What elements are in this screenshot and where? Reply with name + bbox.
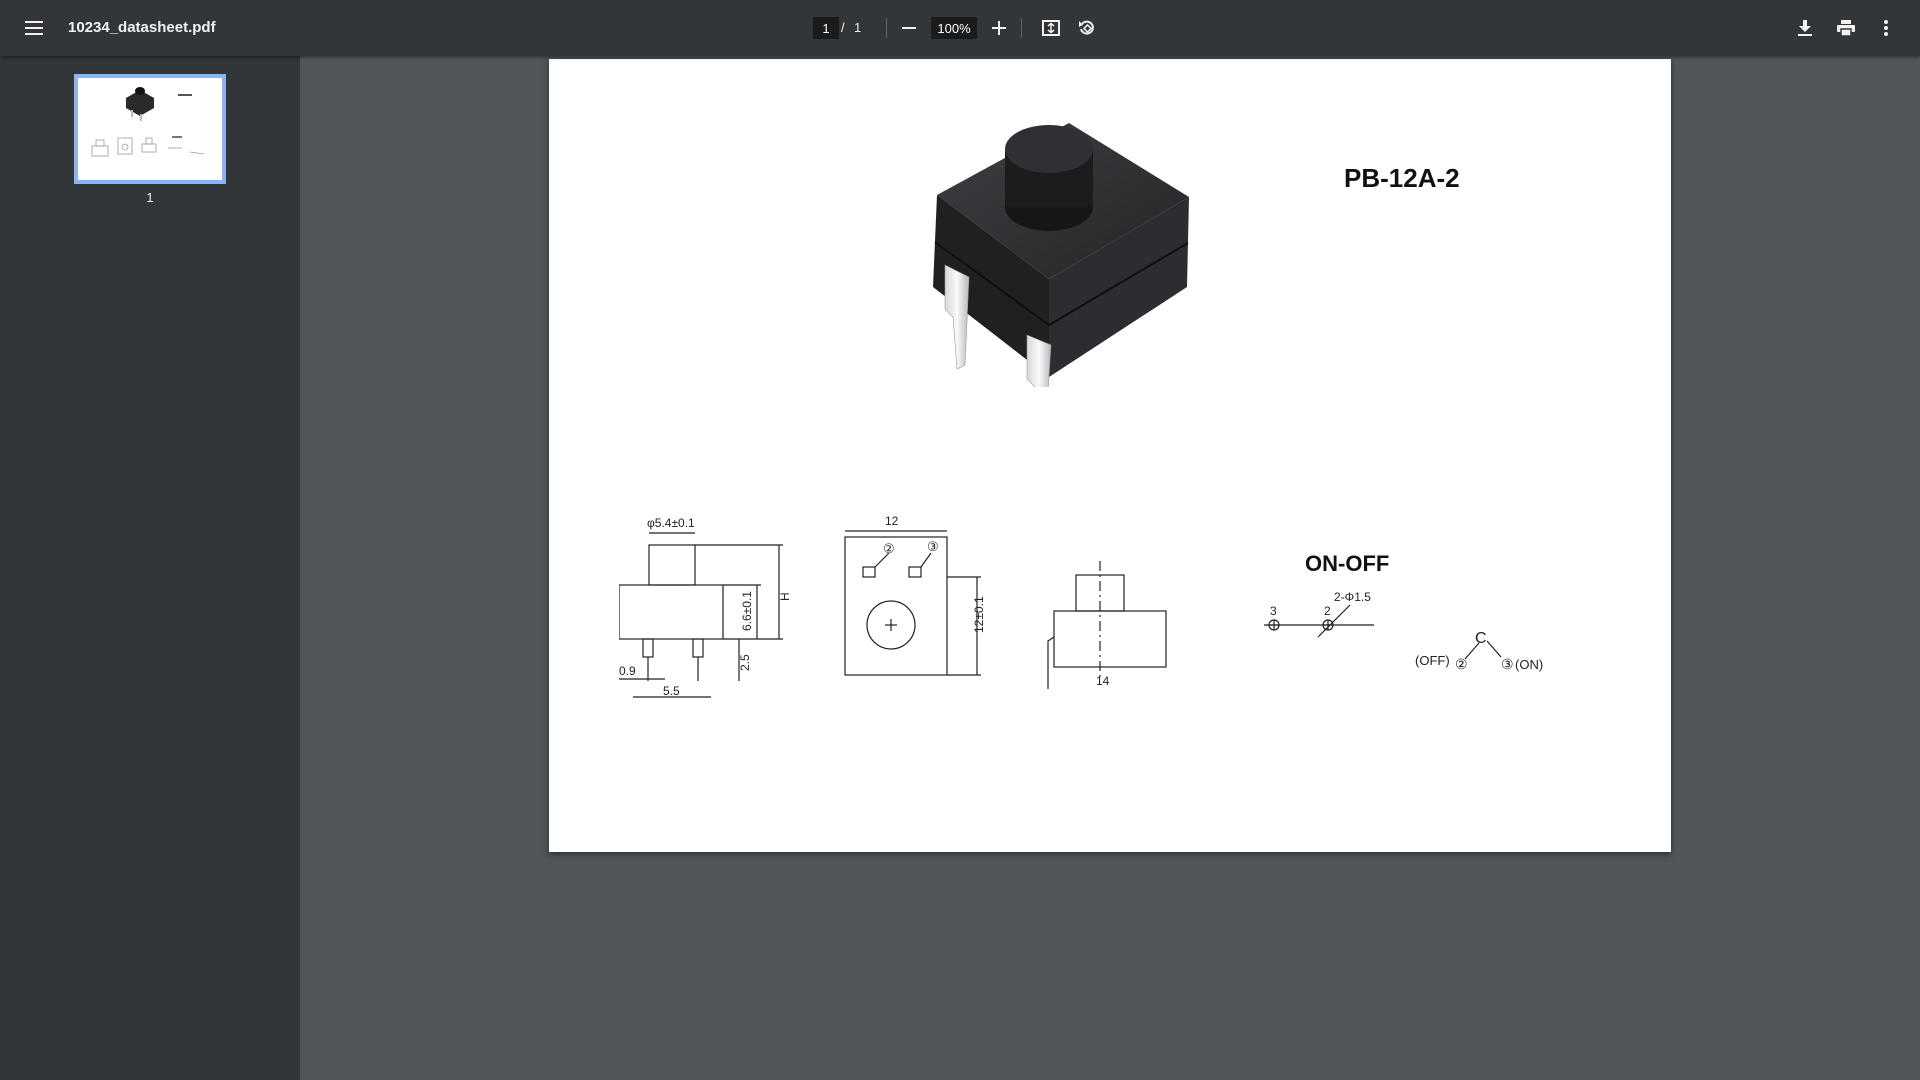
page-total: 1 [854,20,862,35]
top-view-drawing: 12 ② ③ 12±0.1 [844,514,986,676]
front-view-drawing: φ5.4±0.1 0.9 5.5 2.5 6.6±0.1 H [619,516,792,698]
download-button[interactable] [1787,10,1823,46]
minus-icon [902,27,916,29]
dim-side-width: 14 [1096,674,1110,688]
dim-pin-pitch: 5.5 [663,684,680,698]
toolbar-divider [886,18,887,38]
switch-product-image [933,123,1189,387]
dim-total-height: H [778,592,792,601]
dim-pin-offset: 0.9 [619,664,636,678]
zoom-in-button[interactable] [981,10,1017,46]
rotate-button[interactable] [1069,10,1105,46]
dim-body-height: 6.6±0.1 [740,591,754,631]
fit-page-icon [1042,20,1060,36]
download-icon [1798,20,1812,36]
common-terminal-label: C [1475,630,1487,647]
part-number-title: PB-12A-2 [1344,163,1460,193]
side-view-drawing: 14 [1047,561,1167,689]
on-terminal-label: ③ [1501,656,1514,672]
page-number-input[interactable] [813,17,839,39]
top-pin-3-label: ③ [927,539,939,554]
menu-icon [25,21,43,35]
off-terminal-label: ② [1455,656,1468,672]
top-pin-2-label: ② [883,541,895,556]
thumbnail-preview-image [78,78,222,180]
pdf-toolbar: 10234_datasheet.pdf / 1 [0,0,1920,56]
page-separator: / [841,20,845,35]
dim-pin-length: 2.5 [738,654,752,671]
print-icon [1837,20,1855,36]
fit-page-button[interactable] [1033,10,1069,46]
pin-3-number: 3 [1270,604,1277,618]
thumbnail-page-label: 1 [146,190,154,205]
zoom-input[interactable] [931,17,977,39]
off-label: (OFF) [1415,653,1450,668]
more-options-button[interactable] [1868,10,1904,46]
more-vert-icon [1884,20,1888,36]
plus-icon [992,21,1006,35]
dim-side-height: 12±0.1 [972,596,986,633]
switch-schematic: C (OFF) ② ③ (ON) [1415,630,1543,672]
on-label: (ON) [1515,657,1543,672]
rotate-icon [1079,20,1094,35]
dim-top-width: 12 [885,514,899,528]
pin-2-number: 2 [1324,604,1331,618]
page-thumbnail[interactable] [74,74,226,184]
switch-type-title: ON-OFF [1305,551,1390,576]
menu-button[interactable] [16,10,52,46]
dim-button-diameter: φ5.4±0.1 [647,516,695,530]
toolbar-divider [1021,18,1022,38]
print-button[interactable] [1828,10,1864,46]
document-title: 10234_datasheet.pdf [68,19,216,36]
thumbnail-sidebar: 1 [0,56,300,1080]
pin-layout-drawing: 3 2 2-Φ1.5 [1264,590,1374,638]
hole-spec-label: 2-Φ1.5 [1334,590,1371,604]
pdf-page: PB-12A-2 φ5.4±0.1 0.9 5.5 2.5 6.6±0.1 H [549,59,1671,852]
zoom-out-button[interactable] [891,10,927,46]
